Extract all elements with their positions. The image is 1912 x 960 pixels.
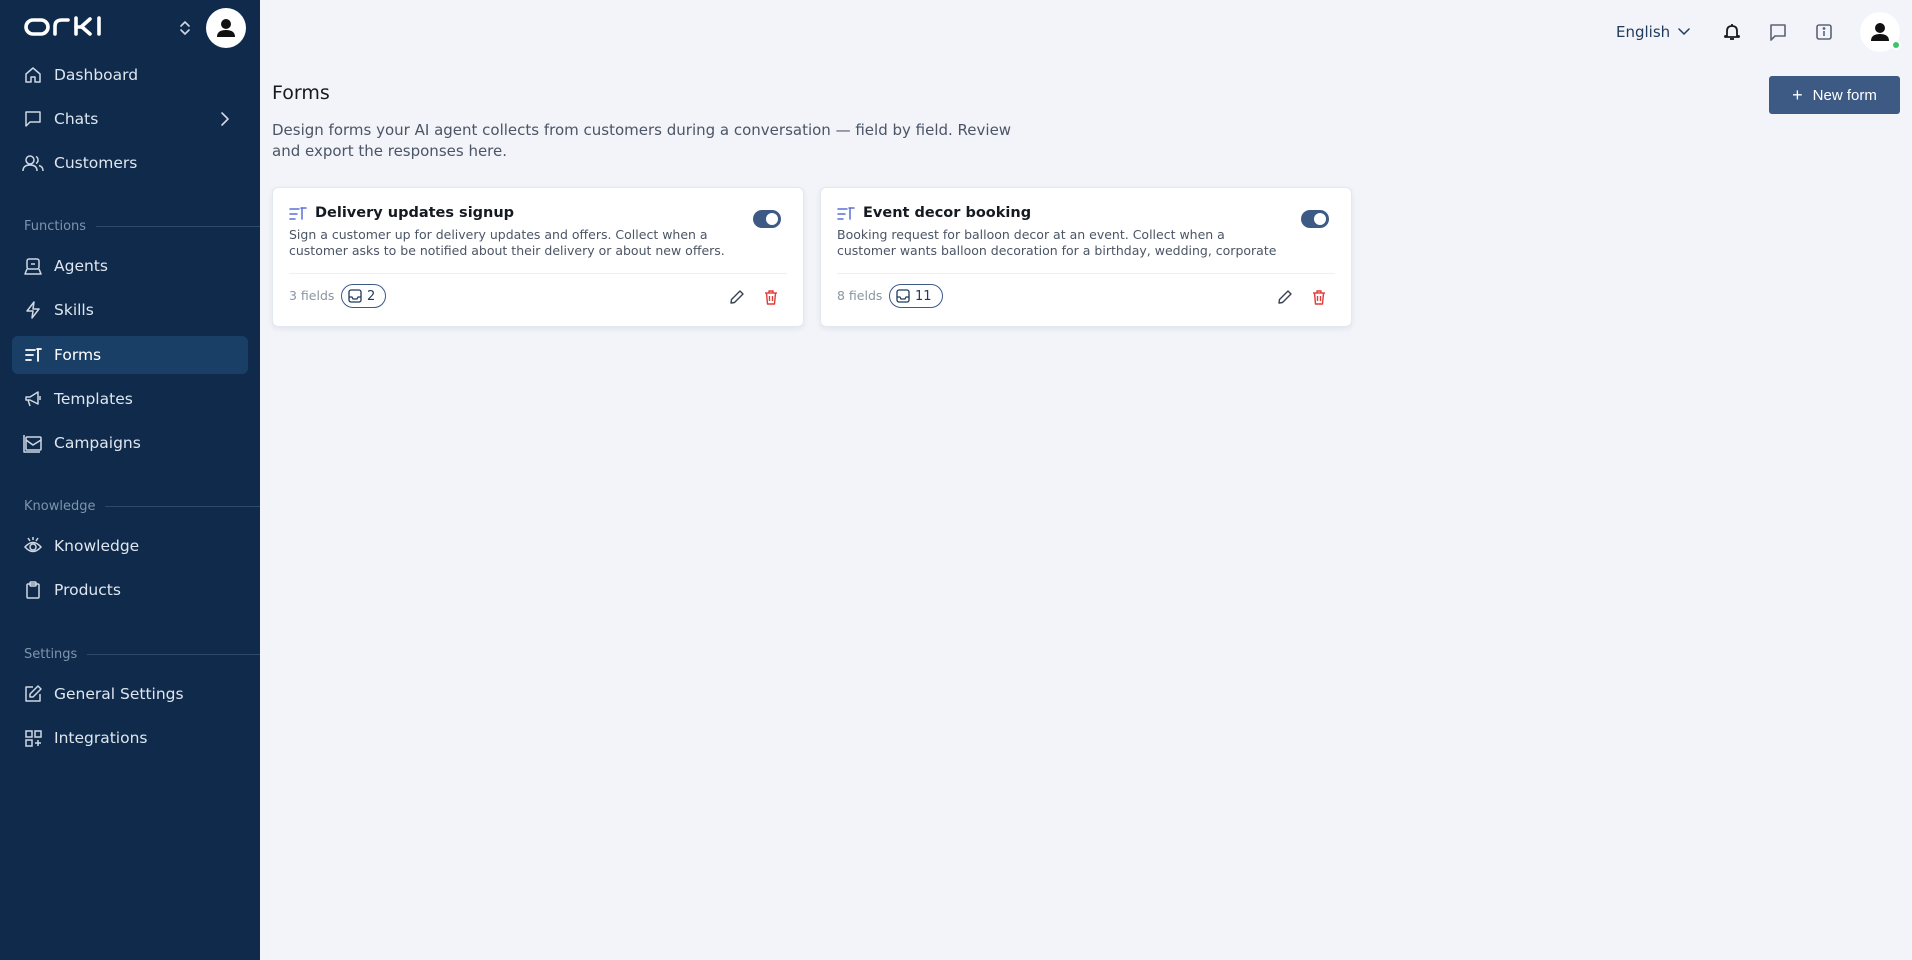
edit-icon — [22, 683, 44, 705]
sidebar-item-templates[interactable]: Templates — [12, 380, 248, 418]
sidebar-item-label: Integrations — [54, 729, 148, 747]
form-icon — [22, 344, 44, 366]
sidebar-item-general-settings[interactable]: General Settings — [12, 675, 248, 713]
org-avatar[interactable] — [206, 8, 246, 48]
section-functions: Functions — [24, 216, 260, 236]
sidebar-item-forms[interactable]: Forms — [12, 336, 248, 374]
form-field-count: 3 fields — [289, 288, 335, 303]
sidebar-item-label: Campaigns — [54, 434, 141, 452]
sidebar-item-integrations[interactable]: Integrations — [12, 719, 248, 757]
responses-count: 11 — [915, 288, 932, 304]
info-icon[interactable] — [1812, 20, 1836, 44]
plus-icon: + — [1792, 85, 1803, 105]
page-description: Design forms your AI agent collects from… — [272, 121, 1012, 160]
toggle-knob — [1314, 213, 1326, 225]
section-divider — [105, 505, 260, 507]
sidebar-item-knowledge[interactable]: Knowledge — [12, 527, 248, 565]
form-enabled-toggle[interactable] — [1301, 210, 1329, 228]
sidebar-item-chats[interactable]: Chats — [12, 100, 248, 138]
sidebar-item-label: Skills — [54, 301, 94, 319]
online-status-dot — [1891, 40, 1901, 50]
orki-logo[interactable] — [24, 16, 122, 42]
user-icon — [1871, 23, 1889, 41]
home-icon — [22, 64, 44, 86]
inbox-icon — [348, 289, 362, 303]
section-divider — [87, 653, 260, 655]
section-knowledge: Knowledge — [24, 496, 260, 516]
responses-badge[interactable]: 2 — [341, 284, 387, 308]
inbox-icon — [896, 289, 910, 303]
new-form-button[interactable]: + New form — [1769, 76, 1900, 114]
form-card[interactable]: Delivery updates signup Sign a customer … — [272, 187, 804, 327]
agent-icon — [22, 255, 44, 277]
section-divider — [96, 225, 260, 227]
sidebar-item-customers[interactable]: Customers — [12, 144, 248, 182]
form-icon — [837, 206, 855, 225]
sidebar-item-label: Knowledge — [54, 537, 140, 555]
section-settings: Settings — [24, 644, 260, 664]
section-label: Settings — [24, 646, 78, 662]
sidebar-item-label: Agents — [54, 257, 108, 275]
sidebar-item-label: Chats — [54, 110, 99, 128]
form-card-title[interactable]: Event decor booking — [863, 205, 1031, 221]
delete-trash-icon[interactable] — [1309, 287, 1329, 307]
sidebar-item-label: Products — [54, 581, 121, 599]
megaphone-icon — [22, 388, 44, 410]
card-divider — [837, 273, 1335, 274]
messages-icon[interactable] — [1766, 20, 1790, 44]
new-form-label: New form — [1812, 86, 1877, 104]
form-icon — [289, 206, 307, 225]
section-label: Knowledge — [24, 498, 96, 514]
users-icon — [22, 152, 44, 174]
grid-icon — [22, 727, 44, 749]
edit-pencil-icon[interactable] — [1275, 287, 1295, 307]
knowledge-icon — [22, 535, 44, 557]
sidebar-item-dashboard[interactable]: Dashboard — [12, 56, 248, 94]
sidebar-item-label: General Settings — [54, 685, 184, 703]
form-card-title[interactable]: Delivery updates signup — [315, 205, 514, 221]
campaign-icon — [22, 432, 44, 454]
user-avatar[interactable] — [1860, 12, 1901, 52]
sidebar-item-campaigns[interactable]: Campaigns — [12, 424, 248, 462]
form-card-description: Sign a customer up for delivery updates … — [289, 227, 725, 258]
bolt-icon — [22, 299, 44, 321]
delete-trash-icon[interactable] — [761, 287, 781, 307]
toggle-knob — [766, 213, 778, 225]
sidebar-item-label: Forms — [54, 346, 102, 364]
sidebar-item-label: Templates — [54, 390, 133, 408]
brand-row — [0, 0, 260, 56]
form-card[interactable]: Event decor booking Booking request for … — [820, 187, 1352, 327]
section-label: Functions — [24, 218, 87, 234]
sidebar-item-label: Customers — [54, 154, 138, 172]
card-divider — [289, 273, 787, 274]
form-enabled-toggle[interactable] — [753, 210, 781, 228]
edit-pencil-icon[interactable] — [727, 287, 747, 307]
sidebar: Dashboard Chats Customers Functions Agen… — [0, 0, 260, 960]
sidebar-item-label: Dashboard — [54, 66, 139, 84]
responses-badge[interactable]: 11 — [889, 284, 943, 308]
responses-count: 2 — [367, 288, 376, 304]
page-title: Forms — [272, 82, 330, 104]
form-field-count: 8 fields — [837, 288, 883, 303]
chevron-down-icon — [1678, 28, 1690, 36]
chevron-right-icon[interactable] — [220, 111, 230, 131]
user-icon — [217, 19, 235, 37]
sidebar-item-products[interactable]: Products — [12, 571, 248, 609]
language-select[interactable]: English — [1616, 20, 1690, 44]
notifications-bell-icon[interactable] — [1720, 20, 1744, 44]
sidebar-item-skills[interactable]: Skills — [12, 291, 248, 329]
clipboard-icon — [22, 579, 44, 601]
org-switcher-icon[interactable] — [178, 18, 192, 38]
chat-icon — [22, 108, 44, 130]
sidebar-item-agents[interactable]: Agents — [12, 247, 248, 285]
language-label: English — [1616, 23, 1671, 41]
form-card-description: Booking request for balloon decor at an … — [837, 227, 1277, 258]
